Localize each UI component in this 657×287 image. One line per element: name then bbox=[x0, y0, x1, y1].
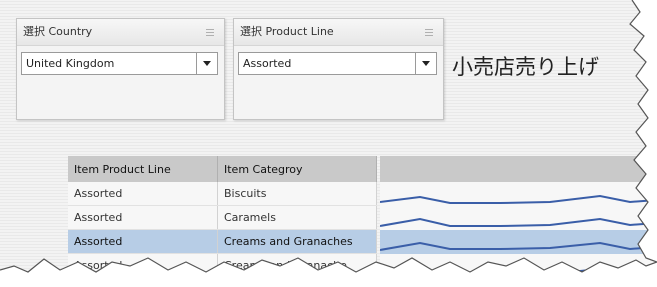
torn-edge-overlay bbox=[0, 0, 657, 287]
